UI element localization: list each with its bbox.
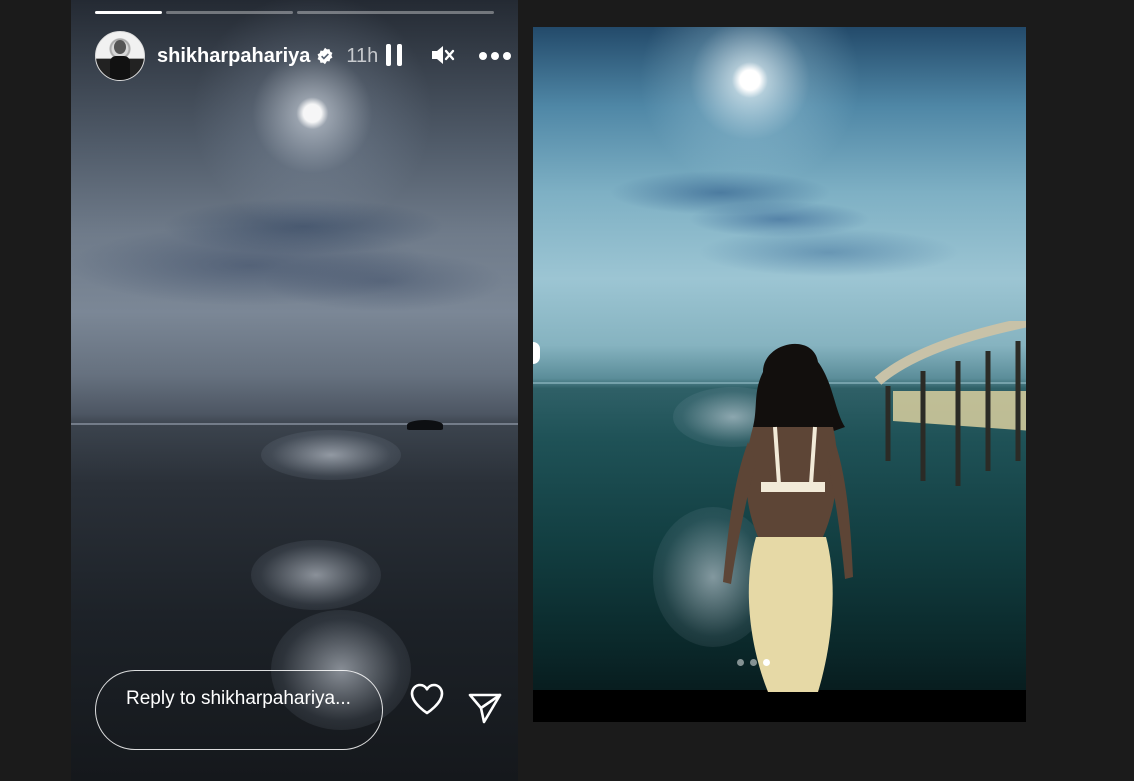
horizon-line <box>71 423 518 425</box>
story-timestamp: 11h <box>346 44 379 67</box>
moonlight-reflection <box>261 430 401 480</box>
previous-arrow[interactable] <box>533 342 540 364</box>
heart-outline-icon[interactable] <box>409 682 445 716</box>
verified-badge-icon <box>317 47 333 65</box>
carousel-dot-active[interactable] <box>763 659 770 666</box>
speaker-muted-icon[interactable] <box>429 42 455 68</box>
story-progress-segment-3 <box>297 11 494 14</box>
overwater-walkway <box>874 321 1026 486</box>
story-progress-segment-1 <box>95 11 162 14</box>
island-silhouette <box>407 420 443 430</box>
preview-photo <box>533 27 1026 692</box>
next-story-preview[interactable] <box>533 27 1026 722</box>
username[interactable]: shikharpahariya <box>157 45 310 68</box>
moonlight-reflection <box>251 540 381 610</box>
story-progress-segment-2 <box>166 11 293 14</box>
pause-icon[interactable] <box>386 44 402 66</box>
more-horizontal-icon[interactable] <box>479 52 511 60</box>
avatar[interactable] <box>95 31 145 81</box>
story-header: shikharpahariya 11h <box>95 31 518 81</box>
carousel-dot[interactable] <box>737 659 744 666</box>
paper-plane-icon[interactable] <box>467 690 503 726</box>
person-silhouette <box>723 343 853 692</box>
carousel-indicator <box>737 659 770 666</box>
reply-input[interactable]: Reply to shikharpahariya... <box>95 670 383 750</box>
story-viewer[interactable]: shikharpahariya 11h Reply to shikharpaha… <box>71 0 518 781</box>
carousel-dot[interactable] <box>750 659 757 666</box>
